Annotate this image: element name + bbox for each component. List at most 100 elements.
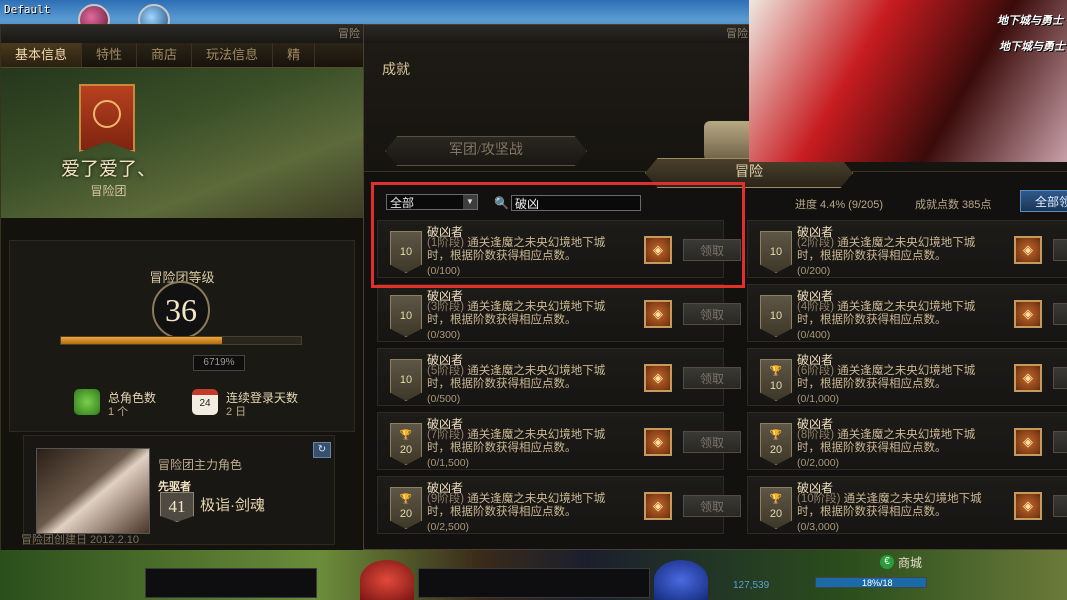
main-character-card: 冒险团主力角色 先驱者 41 极诣·剑魂 ↻ (23, 435, 335, 545)
guild-exp-bar (60, 336, 302, 345)
achievement-description: (10阶段) 通关逢魔之未央幻境地下城时，根据阶数获得相应点数。 (797, 493, 997, 519)
reward-icon[interactable]: ◈ (1014, 364, 1042, 392)
main-character-level: 41 (160, 492, 194, 522)
reward-icon[interactable]: ◈ (644, 364, 672, 392)
left-window-title: 冒险 (1, 25, 366, 43)
claim-button[interactable]: 领取 (1053, 431, 1067, 453)
highlight-box (371, 182, 745, 288)
achievement-stage: (2阶段) (797, 237, 835, 249)
achievement-count: (0/1,500) (427, 457, 470, 469)
achievement-stage: (4阶段) (797, 301, 835, 313)
profile-tag: Default (4, 3, 51, 16)
trophy-icon: 🏆 (769, 494, 783, 505)
tab-traits[interactable]: 特性 (82, 43, 138, 67)
achievement-stage: (10阶段) (797, 493, 841, 505)
achievement-description: (7阶段) 通关逢魔之未央幻境地下城时，根据阶数获得相应点数。 (427, 429, 627, 455)
achievement-card: 🏆 20 破凶者 (9阶段) 通关逢魔之未央幻境地下城时，根据阶数获得相应点数。 (0/… (377, 476, 741, 534)
reward-icon[interactable]: ◈ (644, 428, 672, 456)
hp-orb (360, 560, 414, 600)
achievement-badge: 🏆 20 (390, 423, 422, 465)
guild-level-box: 冒险团等级 36 6719% 总角色数 1 个 24 连续登录天数 2 日 (9, 240, 355, 432)
character-portrait (36, 448, 150, 534)
achievement-description: (3阶段) 通关逢魔之未央幻境地下城时，根据阶数获得相应点数。 (427, 301, 627, 327)
achievement-count: (0/400) (797, 329, 831, 341)
skill-slot-bar[interactable] (418, 568, 650, 598)
achievement-stage: (6阶段) (797, 365, 835, 377)
trophy-icon: 🏆 (399, 430, 413, 441)
reward-icon[interactable]: ◈ (1014, 300, 1042, 328)
achievement-stage: (5阶段) (427, 365, 465, 377)
achievement-description: (5阶段) 通关逢魔之未央幻境地下城时，根据阶数获得相应点数。 (427, 365, 627, 391)
mp-orb (654, 560, 708, 600)
tab-gameplay-info[interactable]: 玩法信息 (192, 43, 274, 67)
promo-logo: 地下城与勇士 (997, 15, 1063, 27)
claim-button[interactable]: 领取 (1053, 239, 1067, 261)
reward-icon[interactable]: ◈ (1014, 492, 1042, 520)
achievement-title: 成就 (382, 61, 410, 77)
claim-button[interactable]: 领取 (683, 431, 741, 453)
adventure-guild-panel: 冒险 基本信息 特性 商店 玩法信息 精 爱了爱了、 冒险团 冒险团等级 36 … (0, 24, 367, 560)
claim-button[interactable]: 领取 (683, 367, 741, 389)
achievement-badge: 🏆 20 (760, 487, 792, 529)
claim-button[interactable]: 领取 (683, 303, 741, 325)
achievement-stage: (9阶段) (427, 493, 465, 505)
guild-subtitle: 冒险团 (90, 184, 127, 198)
achievement-points: 成就点数 385点 (915, 199, 992, 211)
refresh-icon[interactable]: ↻ (313, 442, 331, 458)
guild-name: 爱了爱了、 (60, 159, 156, 180)
achievement-badge: 10 (390, 295, 422, 337)
achievement-progress: 进度 4.4% (9/205) (795, 199, 884, 211)
achievement-card: 🏆 20 破凶者 (8阶段) 通关逢魔之未央幻境地下城时，根据阶数获得相应点数。 (0/… (747, 412, 1067, 470)
achievement-count: (0/1,000) (797, 393, 840, 405)
claim-button[interactable]: 领取 (683, 495, 741, 517)
guild-emblem-icon (93, 100, 121, 128)
shop-icon[interactable]: € (880, 555, 894, 569)
gold-amount: 127,539 (733, 580, 770, 591)
claim-button[interactable]: 领取 (1053, 367, 1067, 389)
achievement-card: 🏆 20 破凶者 (7阶段) 通关逢魔之未央幻境地下城时，根据阶数获得相应点数。 (0/… (377, 412, 741, 470)
achievement-count: (0/200) (797, 265, 831, 277)
reward-icon[interactable]: ◈ (1014, 428, 1042, 456)
quick-slot-bar[interactable] (145, 568, 317, 598)
reward-icon[interactable]: ◈ (1014, 236, 1042, 264)
achievement-count: (0/500) (427, 393, 461, 405)
guild-exp-text: 6719% (193, 355, 245, 371)
calendar-icon: 24 (192, 389, 218, 415)
achievement-badge: 🏆 20 (390, 487, 422, 529)
achievement-card: 10 破凶者 (2阶段) 通关逢魔之未央幻境地下城时，根据阶数获得相应点数。 (0/2… (747, 220, 1067, 278)
achievement-card: 10 破凶者 (5阶段) 通关逢魔之未央幻境地下城时，根据阶数获得相应点数。 (0/5… (377, 348, 741, 406)
achievement-count: (0/2,500) (427, 521, 470, 533)
guild-banner-icon (79, 84, 135, 152)
stat-value: 1 个 (108, 406, 129, 418)
guild-hero-area: 爱了爱了、 冒险团 (1, 68, 366, 218)
shop-button[interactable]: 商城 (898, 554, 922, 571)
achievement-badge: 10 (760, 295, 792, 337)
trophy-icon: 🏆 (769, 366, 783, 377)
reward-icon[interactable]: ◈ (644, 300, 672, 328)
achievement-count: (0/3,000) (797, 521, 840, 533)
tab-legion-raid[interactable]: 军团/攻坚战 (385, 136, 587, 166)
trophy-icon: 🏆 (769, 430, 783, 441)
achievement-description: (4阶段) 通关逢魔之未央幻境地下城时，根据阶数获得相应点数。 (797, 301, 997, 327)
achievement-count: (0/2,000) (797, 457, 840, 469)
claim-button[interactable]: 领取 (1053, 303, 1067, 325)
main-character-label: 冒险团主力角色 (158, 458, 243, 472)
promo-logo: 地下城与勇士 (999, 41, 1065, 53)
achievement-description: (8阶段) 通关逢魔之未央幻境地下城时，根据阶数获得相应点数。 (797, 429, 997, 455)
achievement-description: (6阶段) 通关逢魔之未央幻境地下城时，根据阶数获得相应点数。 (797, 365, 997, 391)
left-tabs: 基本信息 特性 商店 玩法信息 精 (1, 43, 366, 68)
tab-basic-info[interactable]: 基本信息 (1, 43, 83, 67)
hp-text: 18%/18 (862, 578, 893, 588)
achievement-description: (2阶段) 通关逢魔之未央幻境地下城时，根据阶数获得相应点数。 (797, 237, 997, 263)
claim-button[interactable]: 领取 (1053, 495, 1067, 517)
claim-all-button[interactable]: 全部领 (1020, 190, 1067, 212)
guild-created-date: 冒险团创建日 2012.2.10 (21, 534, 139, 546)
promo-banner[interactable]: 地下城与勇士 地下城与勇士 (749, 0, 1067, 162)
characters-icon (74, 389, 100, 415)
achievement-stage: (8阶段) (797, 429, 835, 441)
tab-shop[interactable]: 商店 (137, 43, 193, 67)
reward-icon[interactable]: ◈ (644, 492, 672, 520)
guild-level-value: 36 (152, 281, 210, 339)
achievement-card: 10 破凶者 (3阶段) 通关逢魔之未央幻境地下城时，根据阶数获得相应点数。 (0/3… (377, 284, 741, 342)
tab-more[interactable]: 精 (273, 43, 316, 67)
